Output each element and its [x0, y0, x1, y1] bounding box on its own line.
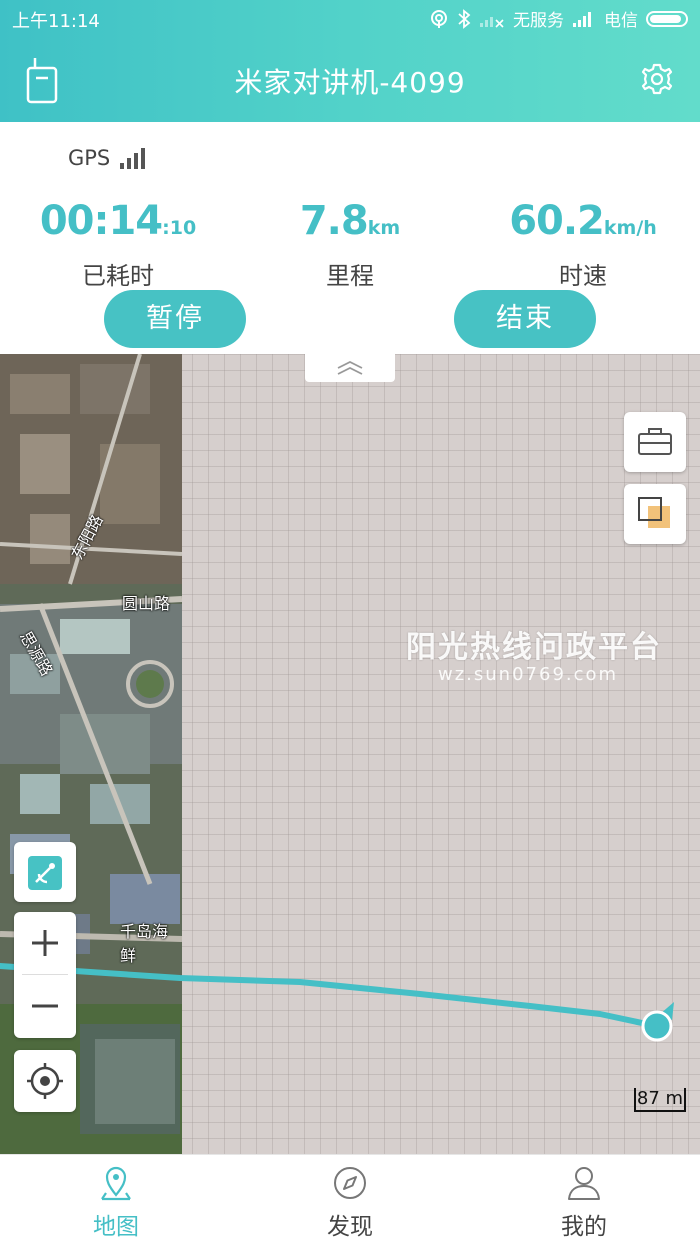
status-icons: 无服务 电信: [429, 6, 688, 31]
pause-button[interactable]: 暂停: [104, 290, 246, 348]
gps-label: GPS: [68, 146, 111, 170]
crosshair-icon: [27, 1063, 63, 1099]
map-scale: 87 m: [634, 1088, 686, 1112]
battery-icon: [646, 10, 688, 27]
carrier-2: 电信: [604, 11, 638, 31]
speed-label: 时速: [559, 262, 607, 290]
title-bar: 米家对讲机-4099: [0, 36, 700, 122]
plus-icon: [32, 930, 58, 956]
elapsed-time-value: 00:14:10: [39, 198, 197, 244]
gear-icon[interactable]: [640, 62, 674, 100]
elapsed-time-label: 已耗时: [82, 262, 154, 290]
gps-signal-icon: [120, 147, 146, 169]
bluetooth-icon: [457, 8, 471, 29]
end-button[interactable]: 结束: [454, 290, 596, 348]
carrier-1: 无服务: [513, 11, 564, 31]
minus-icon: [32, 1004, 58, 1008]
user-icon: [564, 1163, 604, 1207]
tracking-stats-panel: GPS 00:14:10 已耗时 7.8km 里程 60.2km/h 时速 暂停…: [0, 122, 700, 354]
signal-icon: [572, 10, 596, 28]
distance-label: 里程: [326, 262, 374, 290]
gps-indicator: GPS: [68, 146, 146, 170]
nav-item-map[interactable]: 地图: [46, 1155, 186, 1244]
nav-label-map: 地图: [93, 1214, 139, 1240]
page-title: 米家对讲机-4099: [234, 66, 466, 99]
distance-value: 7.8km: [299, 198, 401, 244]
route-line: [0, 963, 659, 1029]
nav-label-profile: 我的: [561, 1214, 607, 1240]
zoom-control: [14, 912, 76, 1038]
route-overlay: [0, 963, 674, 1042]
speed-value: 60.2km/h: [509, 198, 657, 244]
map-pin-icon: [96, 1163, 136, 1207]
distance-stat: 7.8km 里程: [250, 198, 450, 291]
status-bar: 上午11:14 无服务 电信: [0, 0, 700, 36]
bottom-navigation: 地图 发现 我的: [0, 1154, 700, 1244]
nav-label-discover: 发现: [327, 1214, 373, 1240]
satellite-mode-button[interactable]: [14, 842, 76, 902]
status-time: 上午11:14: [12, 11, 100, 32]
app-header: 上午11:14 无服务 电信 米家对讲机-4099: [0, 0, 700, 122]
zoom-out-button[interactable]: [14, 975, 76, 1037]
map-view[interactable]: 东阳路 圆山路 思源路 千岛海鲜 阳光热线问政平台 wz.sun0769.com…: [0, 354, 700, 1154]
satellite-icon: [28, 856, 62, 890]
elapsed-time-stat: 00:14:10 已耗时: [18, 198, 218, 291]
no-signal-icon: [479, 10, 505, 28]
nav-item-discover[interactable]: 发现: [280, 1155, 420, 1244]
zoom-in-button[interactable]: [14, 912, 76, 974]
hotspot-icon: [429, 9, 449, 29]
current-location-marker: [641, 1010, 673, 1042]
speed-stat: 60.2km/h 时速: [483, 198, 683, 291]
compass-icon: [330, 1163, 370, 1207]
nav-item-profile[interactable]: 我的: [514, 1155, 654, 1244]
locate-button[interactable]: [14, 1050, 76, 1112]
